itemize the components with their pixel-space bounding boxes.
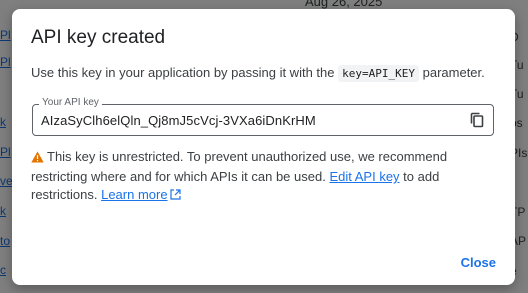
description-suffix: parameter. (422, 65, 485, 80)
api-key-field[interactable]: Your API key AIzaSyClh6elQln_Qj8mJ5cVcj-… (32, 97, 494, 136)
external-link-icon (169, 187, 181, 205)
unrestricted-warning: This key is unrestricted. To prevent una… (31, 148, 481, 205)
learn-more-label: Learn more (101, 187, 168, 202)
close-button[interactable]: Close (461, 255, 496, 270)
copy-icon[interactable] (467, 110, 487, 130)
api-key-field-label: Your API key (39, 97, 102, 108)
description-prefix: Use this key in your application by pass… (31, 65, 335, 80)
dialog-description: Use this key in your application by pass… (31, 63, 501, 84)
description-code: key=API_KEY (338, 65, 419, 82)
edit-api-key-link[interactable]: Edit API key (329, 169, 399, 184)
api-key-value[interactable]: AIzaSyClh6elQln_Qj8mJ5cVcj-3VXa6iDnKrHM (41, 113, 316, 128)
dialog-title: API key created (31, 27, 166, 48)
warning-icon (31, 150, 44, 168)
learn-more-link[interactable]: Learn more (101, 187, 181, 205)
api-key-created-dialog: API key created Use this key in your app… (12, 9, 515, 285)
